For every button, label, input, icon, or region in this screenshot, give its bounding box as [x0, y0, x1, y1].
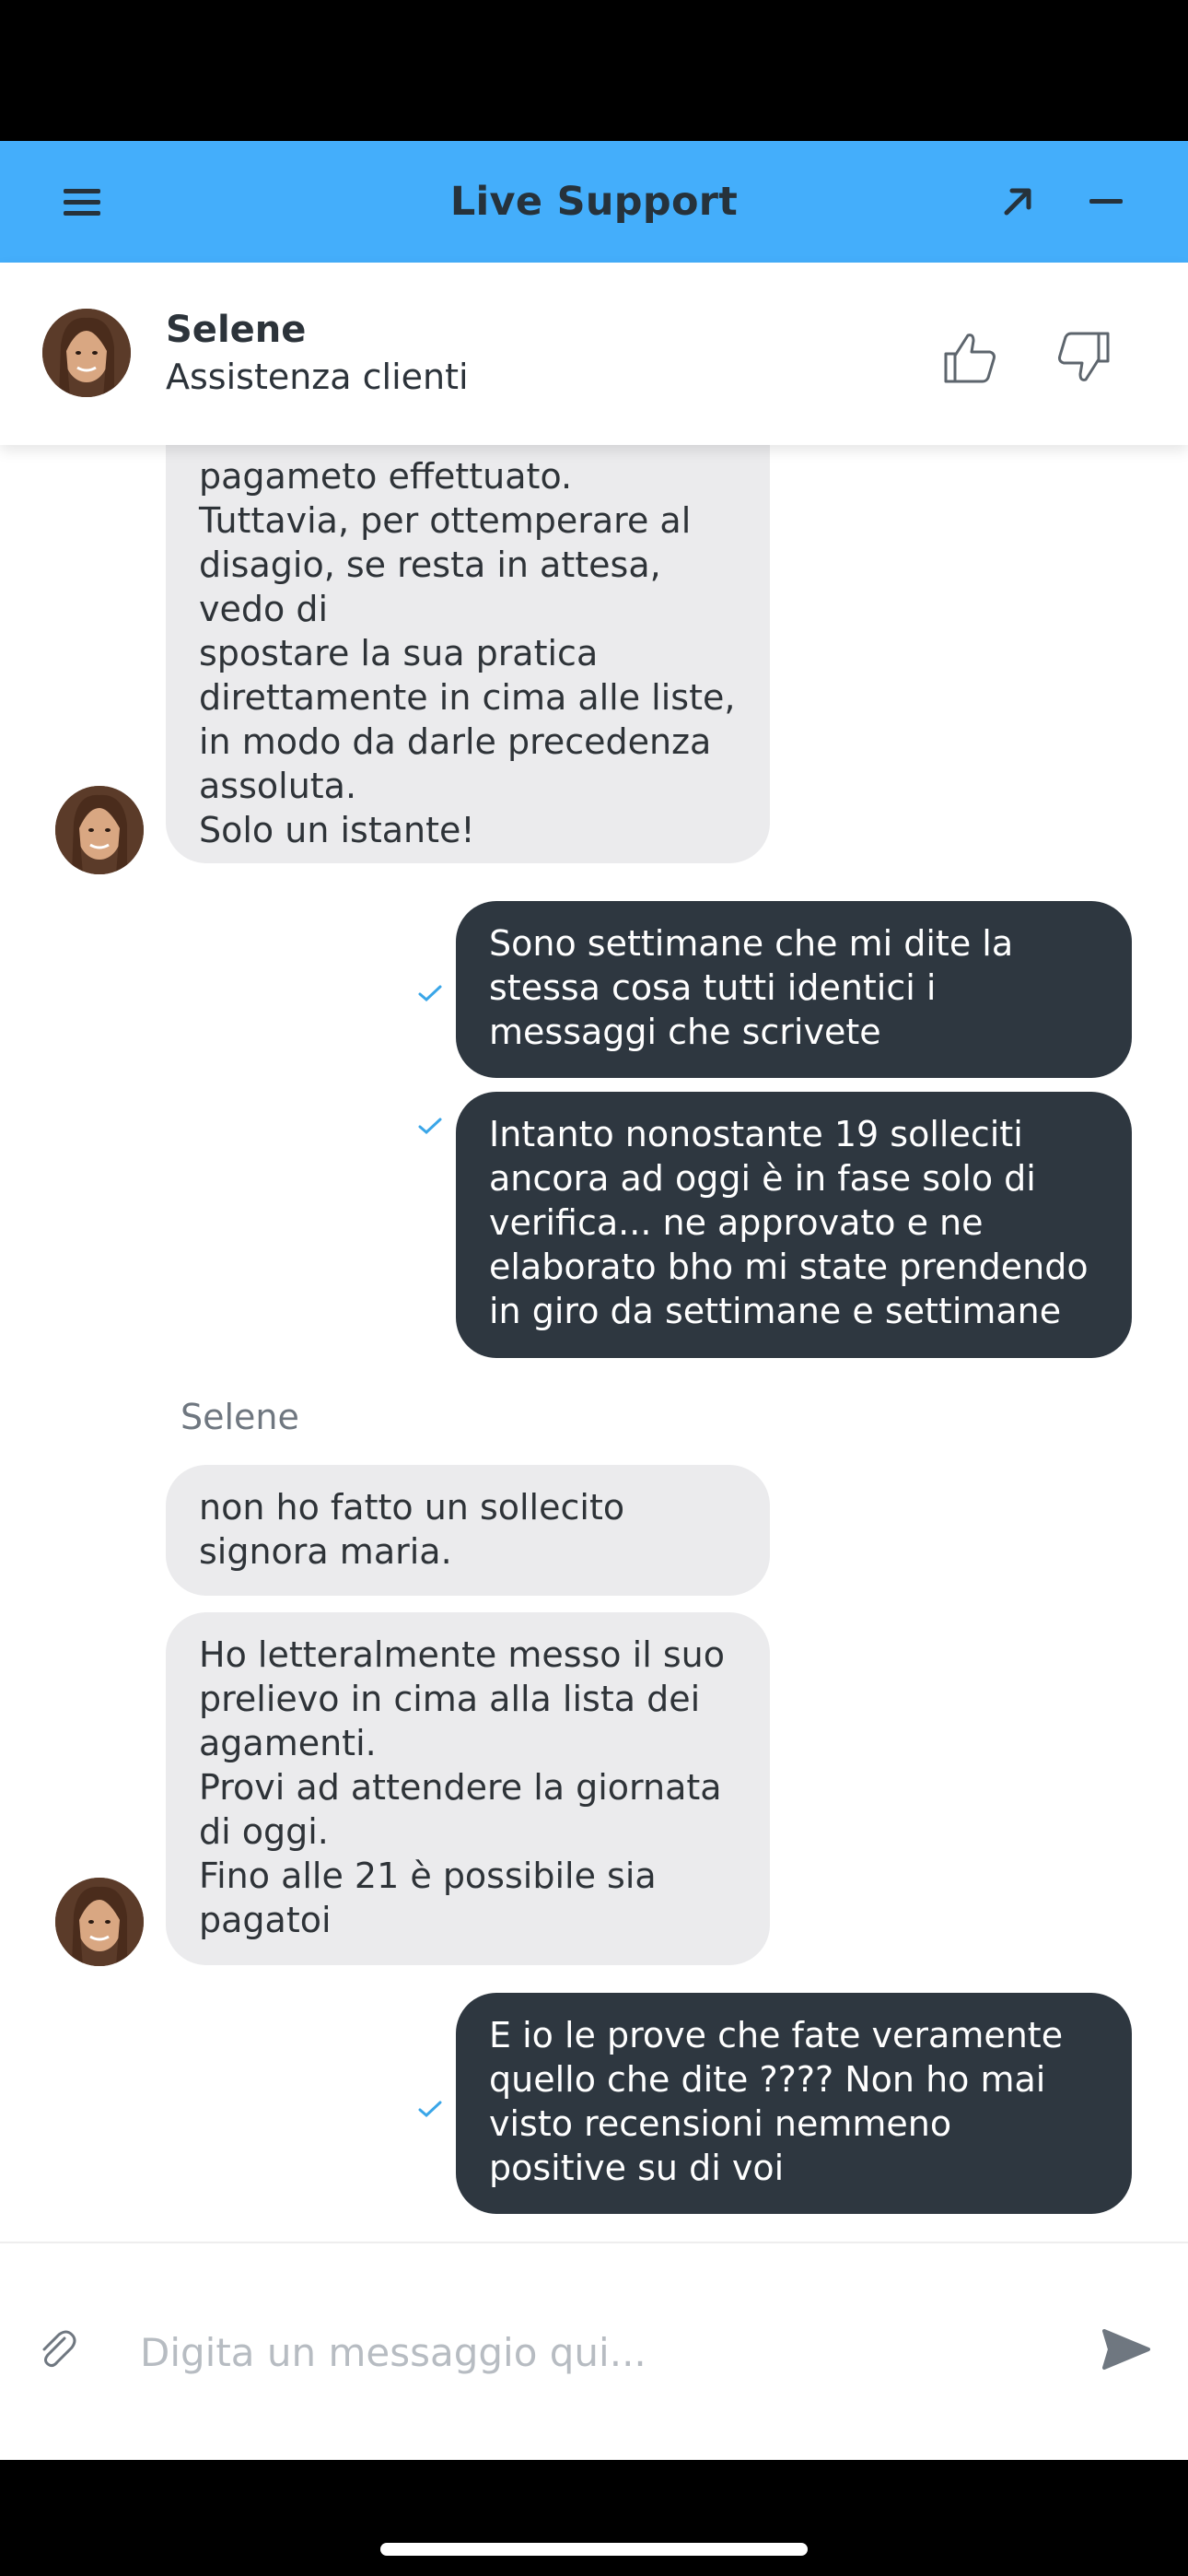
thumbs-down-icon[interactable] — [1052, 325, 1116, 390]
message-composer — [0, 2242, 1188, 2460]
sent-check-icon — [416, 2099, 444, 2119]
expand-arrow-icon[interactable] — [987, 171, 1048, 232]
sent-check-icon — [416, 983, 444, 1003]
user-message: Sono settimane che mi dite la stessa cos… — [456, 901, 1132, 1078]
agent-message: non ho fatto un sollecito signora maria. — [166, 1465, 770, 1596]
chat-messages[interactable]: pagameto effettuato. Tuttavia, per ottem… — [0, 445, 1188, 2242]
status-bar — [0, 0, 1188, 141]
user-message: Intanto nonostante 19 solleciti ancora a… — [456, 1092, 1132, 1358]
user-message: E io le prove che fate veramente quello … — [456, 1993, 1132, 2214]
agent-avatar — [42, 309, 131, 397]
home-indicator[interactable] — [380, 2543, 808, 2556]
agent-name: Selene — [166, 309, 307, 351]
chat-header: Live Support — [0, 141, 1188, 263]
agent-avatar — [55, 786, 144, 874]
paperclip-icon[interactable] — [31, 2323, 83, 2374]
system-bottom-bar — [0, 2460, 1188, 2576]
message-input[interactable] — [138, 2310, 1044, 2395]
agent-message: Ho letteralmente messo il suo prelievo i… — [166, 1612, 770, 1965]
sent-check-icon — [416, 1116, 444, 1136]
agent-role: Assistenza clienti — [166, 357, 469, 397]
minimize-icon[interactable] — [1076, 171, 1136, 232]
thumbs-up-icon[interactable] — [938, 325, 1002, 390]
send-icon[interactable] — [1096, 2319, 1157, 2380]
agent-avatar — [55, 1878, 144, 1966]
agent-info-bar: Selene Assistenza clienti — [0, 263, 1188, 445]
message-sender-name: Selene — [181, 1397, 299, 1437]
agent-message: pagameto effettuato. Tuttavia, per ottem… — [166, 445, 770, 863]
